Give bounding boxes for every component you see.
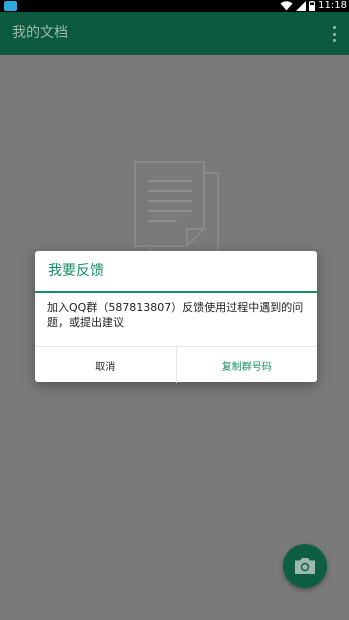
camera-fab-button[interactable] — [283, 544, 327, 588]
dialog-title: 我要反馈 — [48, 263, 104, 279]
page-title: 我的文档 — [12, 25, 68, 41]
overflow-menu-icon[interactable] — [331, 26, 337, 42]
status-icons: 11:18 — [280, 0, 347, 12]
copy-group-number-button[interactable]: 复制群号码 — [177, 347, 318, 383]
wifi-icon — [280, 1, 293, 11]
app-notification-icon — [4, 1, 17, 11]
app-bar: 我的文档 — [0, 12, 349, 55]
signal-icon — [296, 1, 307, 11]
dialog-divider — [35, 291, 317, 293]
status-time: 11:18 — [318, 0, 347, 11]
camera-icon — [295, 558, 315, 574]
status-bar: 11:18 — [0, 0, 349, 12]
dialog-actions: 取消 复制群号码 — [35, 346, 317, 383]
cancel-button[interactable]: 取消 — [35, 347, 177, 383]
battery-icon — [309, 1, 316, 11]
dialog-message: 加入QQ群（587813807）反馈使用过程中遇到的问题，或提出建议 — [47, 301, 304, 329]
document-icon — [134, 161, 219, 254]
feedback-dialog: 我要反馈 加入QQ群（587813807）反馈使用过程中遇到的问题，或提出建议 … — [35, 251, 317, 383]
